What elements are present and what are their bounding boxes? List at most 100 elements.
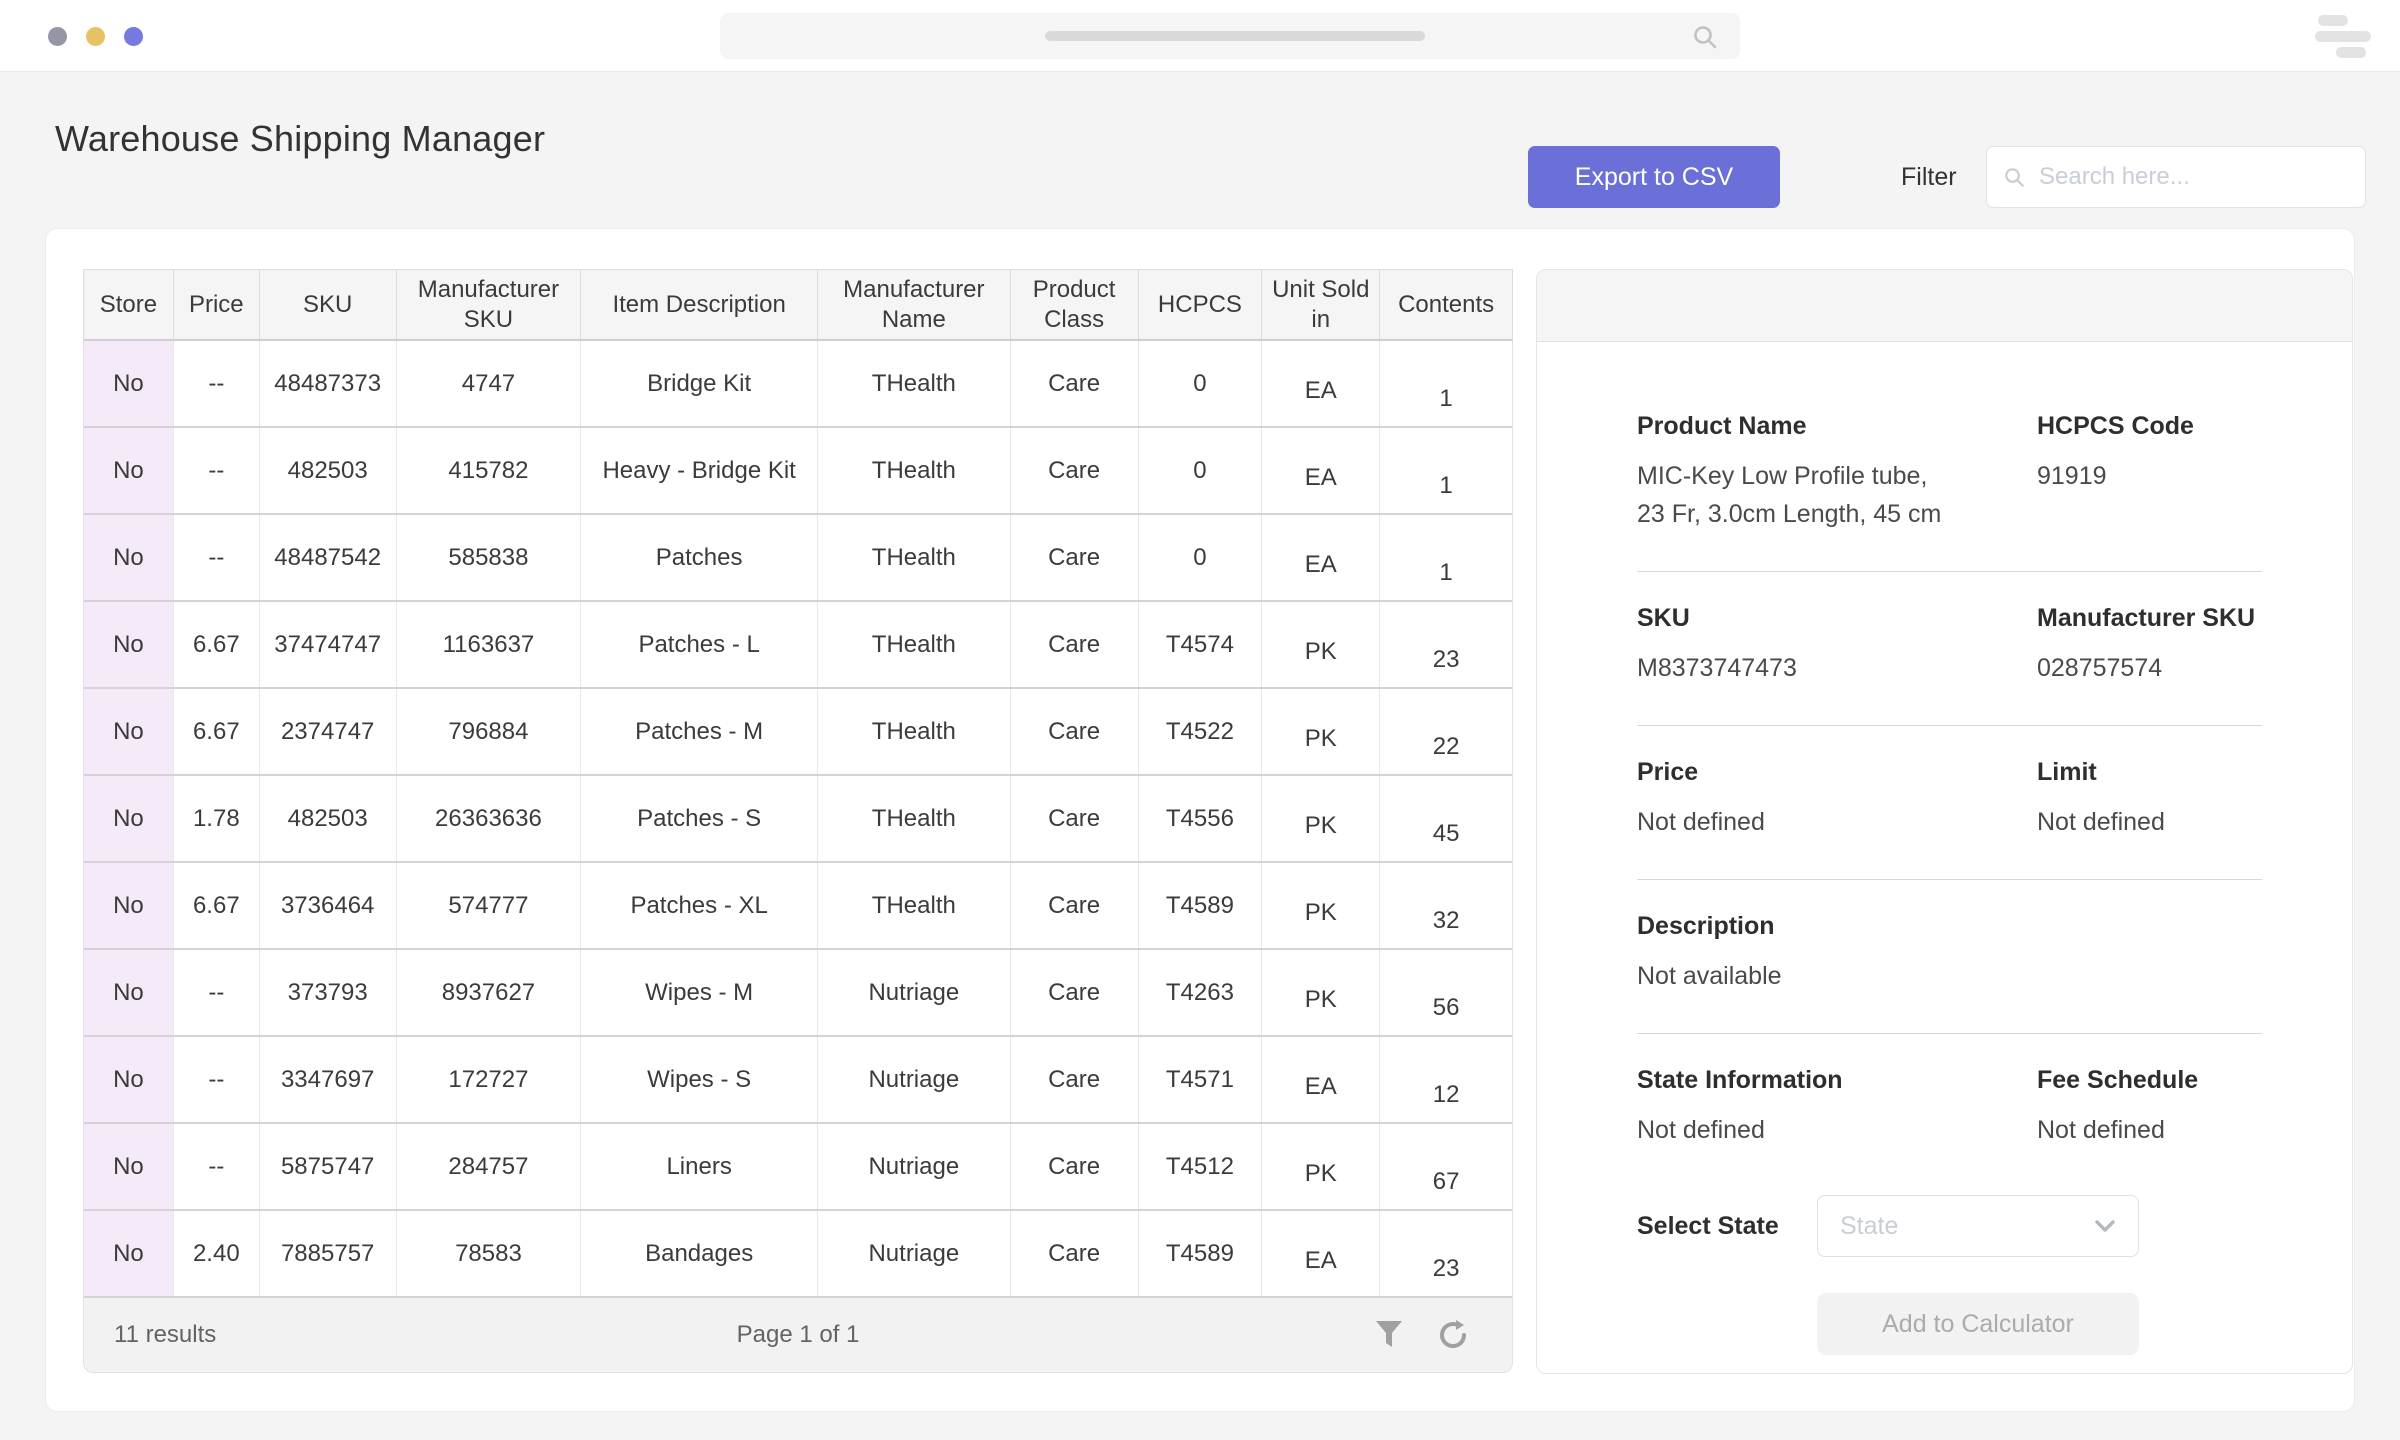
table-cell: T4571 [1139, 1037, 1263, 1122]
table-cell: THealth [818, 428, 1011, 513]
table-row[interactable]: No1.7848250326363636Patches - STHealthCa… [84, 776, 1512, 863]
table-cell: 796884 [397, 689, 582, 774]
address-bar[interactable] [720, 13, 1740, 59]
table-cell: Bandages [581, 1211, 818, 1296]
table-cell: 585838 [397, 515, 582, 600]
search-input[interactable] [2039, 163, 2349, 191]
table-row[interactable]: No--5875747284757LinersNutriageCareT4512… [84, 1124, 1512, 1211]
table-cell: 284757 [397, 1124, 582, 1209]
description-value: Not available [1637, 957, 2037, 995]
table-cell: 78583 [397, 1211, 582, 1296]
table-cell: Liners [581, 1124, 818, 1209]
table-cell: 0 [1139, 341, 1263, 426]
table-cell: 415782 [397, 428, 582, 513]
table-row[interactable]: No2.40788575778583BandagesNutriageCareT4… [84, 1211, 1512, 1298]
table-row[interactable]: No6.67374747471163637Patches - LTHealthC… [84, 602, 1512, 689]
table-cell: No [84, 776, 174, 861]
divider [1637, 725, 2262, 726]
field-sku: SKU M8373747473 [1637, 604, 2037, 687]
table-cell: No [84, 863, 174, 948]
detail-panel-body: Product Name MIC-Key Low Profile tube, 2… [1537, 342, 2352, 1355]
browser-menu-icon[interactable] [2308, 13, 2378, 61]
window-control-gray[interactable] [48, 27, 67, 46]
table-cell: EA [1262, 1211, 1380, 1296]
table-cell: 482503 [260, 428, 397, 513]
export-csv-button[interactable]: Export to CSV [1528, 146, 1780, 208]
table-cell: EA [1262, 341, 1380, 426]
table-cell: T4512 [1139, 1124, 1263, 1209]
column-header-manufacturer-sku[interactable]: Manufacturer SKU [397, 270, 582, 339]
table-cell: Bridge Kit [581, 341, 818, 426]
window-control-indigo[interactable] [124, 27, 143, 46]
table-cell: 1 [1380, 515, 1512, 600]
column-header-hcpcs[interactable]: HCPCS [1139, 270, 1263, 339]
column-header-price[interactable]: Price [174, 270, 260, 339]
section-price: Price Not defined Limit Not defined [1637, 758, 2292, 841]
table-row[interactable]: No--3347697172727Wipes - SNutriageCareT4… [84, 1037, 1512, 1124]
table-cell: T4522 [1139, 689, 1263, 774]
table-cell: No [84, 1211, 174, 1296]
add-to-calculator-button[interactable]: Add to Calculator [1817, 1293, 2139, 1355]
column-header-product-class[interactable]: Product Class [1011, 270, 1139, 339]
column-header-store[interactable]: Store [84, 270, 174, 339]
table-cell: -- [174, 1124, 260, 1209]
table-cell: T4574 [1139, 602, 1263, 687]
table-cell: 37474747 [260, 602, 397, 687]
table-row[interactable]: No6.673736464574777Patches - XLTHealthCa… [84, 863, 1512, 950]
window-controls [48, 27, 143, 46]
column-header-item-description[interactable]: Item Description [581, 270, 818, 339]
table-cell: T4589 [1139, 1211, 1263, 1296]
select-state-label: Select State [1637, 1212, 1787, 1241]
table-cell: Patches - S [581, 776, 818, 861]
table-row[interactable]: No--3737938937627Wipes - MNutriageCareT4… [84, 950, 1512, 1037]
table-cell: THealth [818, 776, 1011, 861]
table-cell: Care [1011, 1037, 1139, 1122]
page-indicator: Page 1 of 1 [84, 1321, 1512, 1349]
fee-schedule-value: Not defined [2037, 1111, 2292, 1149]
table-cell: 8937627 [397, 950, 582, 1035]
field-manufacturer-sku: Manufacturer SKU 028757574 [2037, 604, 2292, 687]
table-cell: 2.40 [174, 1211, 260, 1296]
table-cell: 48487373 [260, 341, 397, 426]
table-cell: 574777 [397, 863, 582, 948]
table-cell: -- [174, 341, 260, 426]
table-cell: EA [1262, 428, 1380, 513]
divider [1637, 879, 2262, 880]
table-cell: 0 [1139, 428, 1263, 513]
address-text-redacted [1045, 31, 1425, 41]
filter-search-box[interactable] [1986, 146, 2366, 208]
table-row[interactable]: No--48487542585838PatchesTHealthCare0EA1 [84, 515, 1512, 602]
column-header-sku[interactable]: SKU [260, 270, 397, 339]
search-icon [2003, 162, 2025, 192]
table-row[interactable]: No--484873734747Bridge KitTHealthCare0EA… [84, 341, 1512, 428]
table-cell: Nutriage [818, 1037, 1011, 1122]
table-cell: No [84, 341, 174, 426]
table-cell: Patches - XL [581, 863, 818, 948]
product-name-value: MIC-Key Low Profile tube, 23 Fr, 3.0cm L… [1637, 457, 2037, 533]
state-dropdown[interactable]: State [1817, 1195, 2139, 1257]
table-cell: Patches - M [581, 689, 818, 774]
table-row[interactable]: No--482503415782Heavy - Bridge KitTHealt… [84, 428, 1512, 515]
table-cell: Care [1011, 602, 1139, 687]
table-cell: 45 [1380, 776, 1512, 861]
window-control-yellow[interactable] [86, 27, 105, 46]
table-cell: Care [1011, 428, 1139, 513]
table-cell: THealth [818, 602, 1011, 687]
table-cell: 5875747 [260, 1124, 397, 1209]
filter-funnel-icon[interactable] [1374, 1319, 1404, 1351]
table-row[interactable]: No6.672374747796884Patches - MTHealthCar… [84, 689, 1512, 776]
table-cell: No [84, 515, 174, 600]
column-header-manufacturer-name[interactable]: Manufacturer Name [818, 270, 1011, 339]
column-header-unit-sold-in[interactable]: Unit Sold in [1262, 270, 1380, 339]
sku-value: M8373747473 [1637, 649, 2037, 687]
table-footer: 11 results Page 1 of 1 [83, 1298, 1513, 1373]
field-fee-schedule: Fee Schedule Not defined [2037, 1066, 2292, 1149]
refresh-icon[interactable] [1438, 1319, 1470, 1351]
table-cell: 48487542 [260, 515, 397, 600]
table-body: No--484873734747Bridge KitTHealthCare0EA… [83, 341, 1513, 1298]
table-cell: PK [1262, 776, 1380, 861]
column-header-contents[interactable]: Contents [1380, 270, 1512, 339]
table-cell: 56 [1380, 950, 1512, 1035]
table-cell: THealth [818, 863, 1011, 948]
table-cell: THealth [818, 689, 1011, 774]
